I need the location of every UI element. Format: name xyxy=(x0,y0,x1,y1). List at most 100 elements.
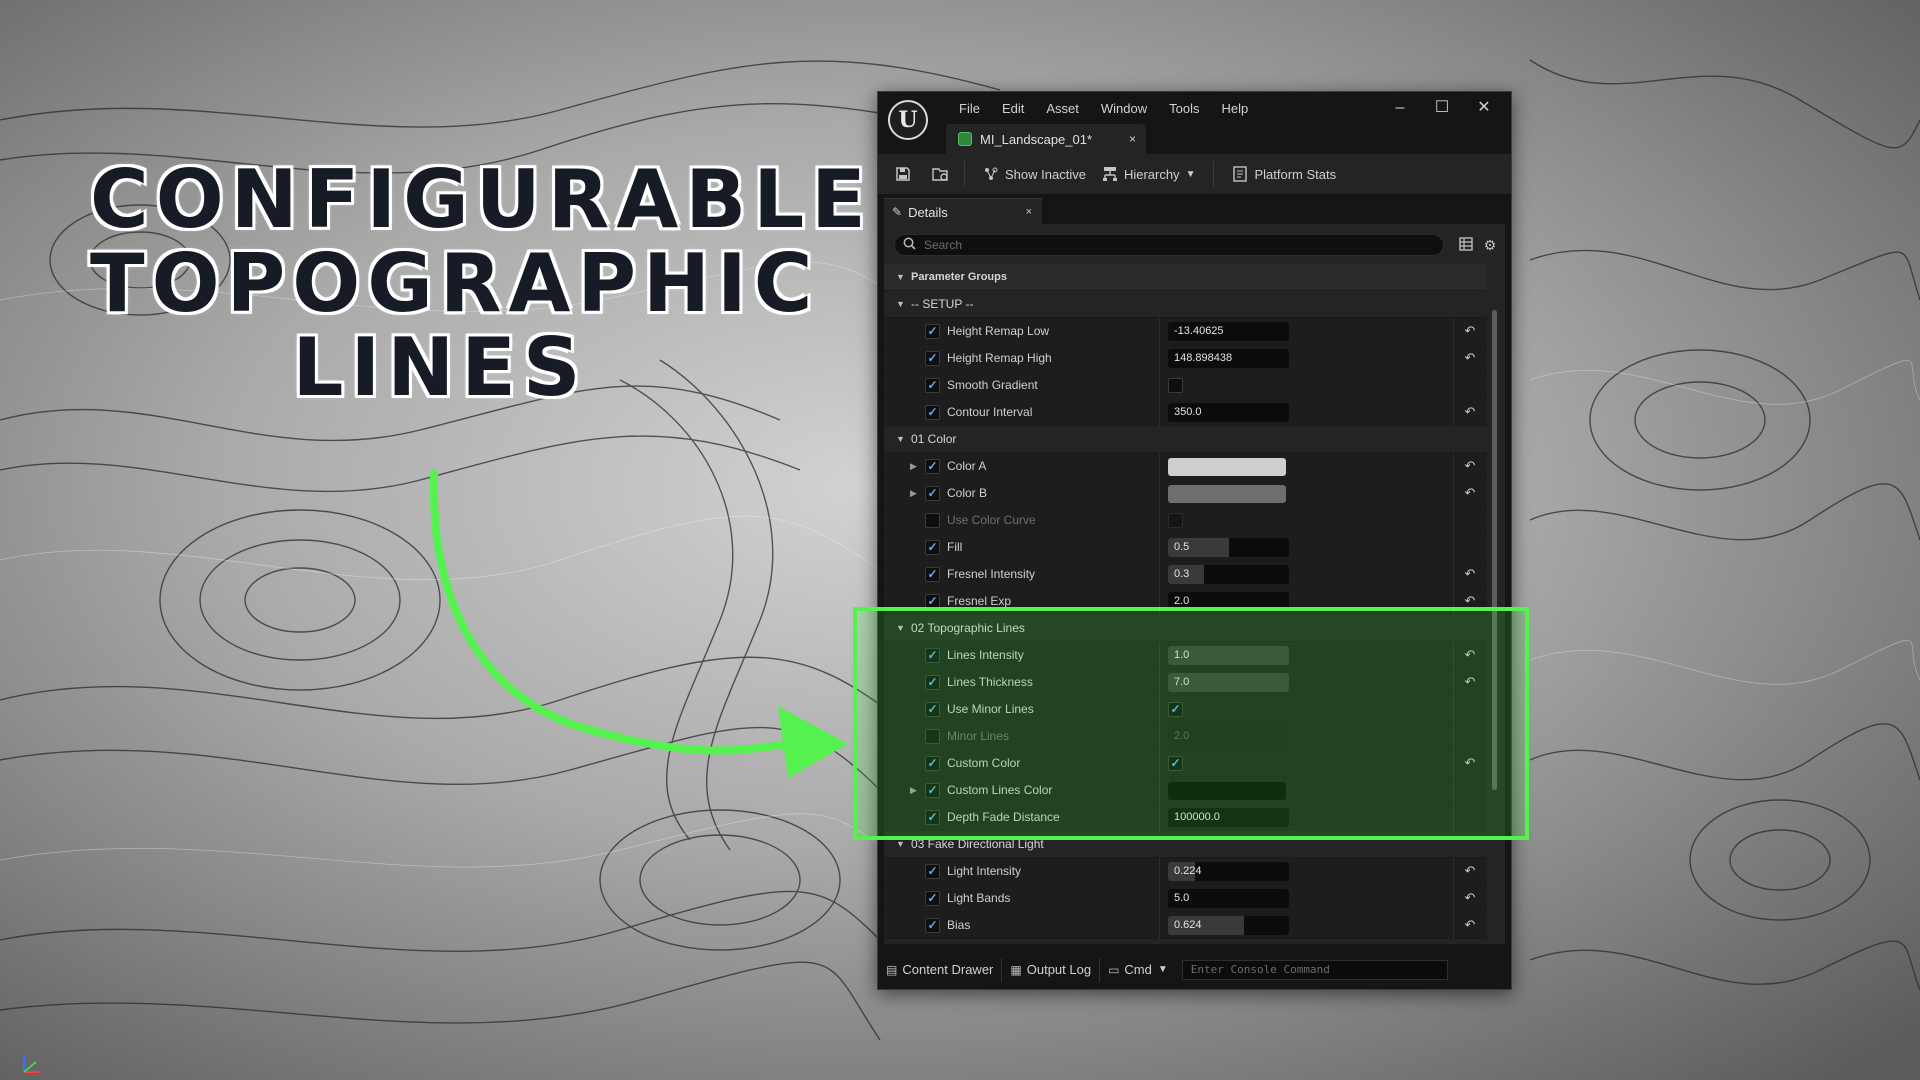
value-field[interactable]: 350.0 xyxy=(1168,403,1289,422)
collapse-triangle-icon: ▼ xyxy=(896,299,905,309)
document-tab-title: MI_Landscape_01* xyxy=(980,131,1093,147)
reset-to-default-icon[interactable]: ↶ xyxy=(1462,890,1478,906)
reset-to-default-icon[interactable]: ↶ xyxy=(1462,485,1478,501)
menu-asset[interactable]: Asset xyxy=(1035,98,1090,120)
terminal-icon: ▭ xyxy=(1108,962,1120,977)
settings-gear-icon[interactable]: ⚙ xyxy=(1482,237,1498,253)
table-view-icon[interactable] xyxy=(1458,237,1474,253)
value-slider[interactable]: 0.3 xyxy=(1168,565,1289,584)
expand-triangle-icon[interactable]: ▶ xyxy=(910,488,917,499)
override-checkbox[interactable]: ✓ xyxy=(925,378,940,393)
value-field[interactable]: 148.898438 xyxy=(1168,349,1289,368)
unreal-logo-icon[interactable]: U xyxy=(888,100,928,140)
column-divider xyxy=(1453,345,1454,372)
column-divider xyxy=(1453,480,1454,507)
save-icon[interactable] xyxy=(890,161,916,187)
group-title: -- SETUP -- xyxy=(911,297,974,311)
override-checkbox[interactable]: ✓ xyxy=(925,405,940,420)
color-swatch[interactable] xyxy=(1168,485,1286,503)
minimize-button[interactable]: – xyxy=(1379,94,1421,122)
axis-gizmo-icon xyxy=(23,1056,40,1073)
close-window-button[interactable]: ✕ xyxy=(1463,94,1505,122)
override-checkbox[interactable]: ✓ xyxy=(925,486,940,501)
menu-window[interactable]: Window xyxy=(1090,98,1158,120)
override-checkbox[interactable]: ✓ xyxy=(925,324,940,339)
cmd-dropdown[interactable]: ▭ Cmd ▼ xyxy=(1100,957,1176,983)
property-label: Color A xyxy=(947,459,987,473)
menu-edit[interactable]: Edit xyxy=(991,98,1035,120)
search-box[interactable] xyxy=(894,234,1444,256)
headline-line-1: CONFIGURABLE xyxy=(90,153,873,246)
platform-stats-button[interactable]: Platform Stats xyxy=(1224,160,1344,188)
category-title: Parameter Groups xyxy=(911,271,1007,283)
reset-to-default-icon[interactable]: ↶ xyxy=(1462,458,1478,474)
console-input[interactable]: Enter Console Command xyxy=(1181,959,1448,980)
category-parameter-groups[interactable]: ▼ Parameter Groups xyxy=(884,264,1487,291)
override-checkbox[interactable]: ✓ xyxy=(925,918,940,933)
override-checkbox[interactable] xyxy=(925,513,940,528)
property-row-color-b: ▶ ✓ Color B ↶ xyxy=(884,480,1487,507)
value-checkbox[interactable] xyxy=(1168,513,1183,528)
details-tab-close-icon[interactable]: × xyxy=(1026,206,1032,218)
document-tab[interactable]: MI_Landscape_01* × xyxy=(946,124,1146,154)
value-field[interactable]: -13.40625 xyxy=(1168,322,1289,341)
override-checkbox[interactable]: ✓ xyxy=(925,459,940,474)
expand-triangle-icon[interactable]: ▶ xyxy=(910,461,917,472)
details-tab-label: Details xyxy=(908,204,948,220)
column-divider xyxy=(1453,912,1454,939)
details-tab[interactable]: ✎ Details × xyxy=(884,198,1042,225)
column-divider xyxy=(1159,399,1160,426)
reset-to-default-icon[interactable]: ↶ xyxy=(1462,917,1478,933)
show-inactive-label: Show Inactive xyxy=(1005,166,1086,182)
value-slider[interactable]: 0.5 xyxy=(1168,538,1289,557)
toolbar-separator xyxy=(964,161,965,187)
menu-file[interactable]: File xyxy=(948,98,991,120)
menu-help[interactable]: Help xyxy=(1210,98,1259,120)
show-inactive-button[interactable]: Show Inactive xyxy=(975,160,1094,188)
browse-icon[interactable] xyxy=(928,161,954,187)
hierarchy-dropdown[interactable]: Hierarchy ▼ xyxy=(1094,160,1204,188)
search-input[interactable] xyxy=(922,237,1406,253)
headline-line-3: LINES xyxy=(292,321,588,414)
override-checkbox[interactable]: ✓ xyxy=(925,567,940,582)
group-color[interactable]: ▼ 01 Color xyxy=(884,426,1487,453)
reset-to-default-icon[interactable]: ↶ xyxy=(1462,566,1478,582)
override-checkbox[interactable]: ✓ xyxy=(925,891,940,906)
property-row-height-remap-high: ✓ Height Remap High 148.898438 ↶ xyxy=(884,345,1487,372)
column-divider xyxy=(1453,507,1454,534)
value-text: 148.898438 xyxy=(1174,352,1233,364)
column-divider xyxy=(1159,507,1160,534)
maximize-button[interactable]: ☐ xyxy=(1421,94,1463,122)
override-checkbox[interactable]: ✓ xyxy=(925,351,940,366)
chevron-down-icon: ▼ xyxy=(1157,964,1168,975)
override-checkbox[interactable]: ✓ xyxy=(925,540,940,555)
highlight-box xyxy=(853,607,1529,840)
document-tab-close-icon[interactable]: × xyxy=(1129,132,1136,146)
property-row-light-bands: ✓ Light Bands 5.0 ↶ xyxy=(884,885,1487,912)
output-log-label: Output Log xyxy=(1026,962,1092,977)
reset-to-default-icon[interactable]: ↶ xyxy=(1462,863,1478,879)
value-slider[interactable]: 0.224 xyxy=(1168,862,1289,881)
title-bar: U File Edit Asset Window Tools Help – ☐ … xyxy=(878,92,1511,154)
reset-to-default-icon[interactable]: ↶ xyxy=(1462,350,1478,366)
property-label: Height Remap High xyxy=(947,351,1052,365)
value-text: 5.0 xyxy=(1174,892,1190,904)
output-log-button[interactable]: ▦ Output Log xyxy=(1002,957,1099,983)
search-icon xyxy=(903,237,916,253)
reset-to-default-icon[interactable]: ↶ xyxy=(1462,323,1478,339)
reset-to-default-icon[interactable]: ↶ xyxy=(1462,404,1478,420)
property-label: Color B xyxy=(947,486,988,500)
column-divider xyxy=(1453,561,1454,588)
menu-tools[interactable]: Tools xyxy=(1158,98,1210,120)
value-checkbox[interactable] xyxy=(1168,378,1183,393)
column-divider xyxy=(1159,534,1160,561)
value-slider[interactable]: 0.624 xyxy=(1168,916,1289,935)
column-divider xyxy=(1159,318,1160,345)
color-swatch[interactable] xyxy=(1168,458,1286,476)
collapse-triangle-icon: ▼ xyxy=(896,272,905,282)
content-drawer-button[interactable]: ▤ Content Drawer xyxy=(878,957,1001,983)
value-field[interactable]: 5.0 xyxy=(1168,889,1289,908)
group-setup[interactable]: ▼ -- SETUP -- xyxy=(884,291,1487,318)
override-checkbox[interactable]: ✓ xyxy=(925,864,940,879)
property-label: Fill xyxy=(947,540,963,554)
